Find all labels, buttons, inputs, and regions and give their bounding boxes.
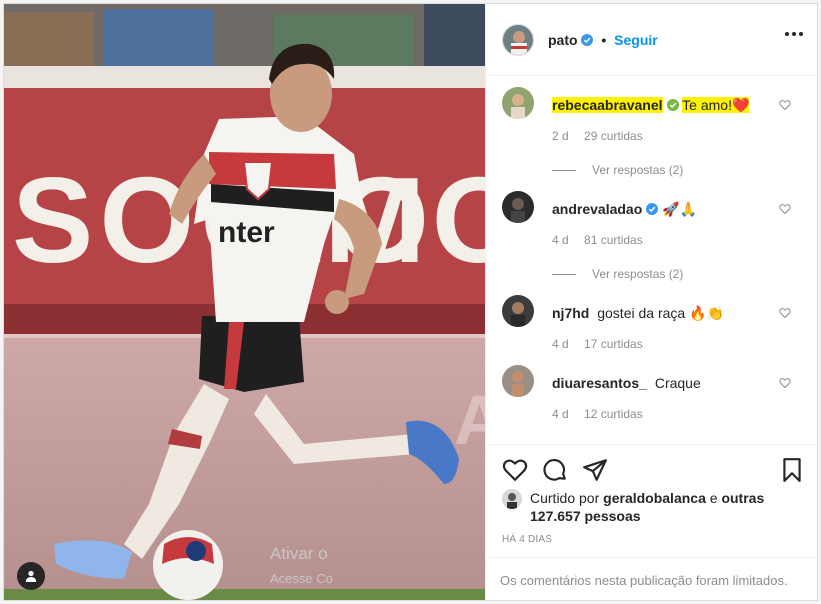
follow-button[interactable]: Seguir — [614, 32, 658, 48]
verified-badge-icon — [666, 99, 679, 111]
commenter-avatar[interactable] — [502, 87, 534, 119]
comment-bubble-icon[interactable] — [542, 457, 568, 483]
post-actions-bar — [486, 444, 817, 494]
post-photo: SOCIO MOT A — [4, 4, 485, 600]
verified-badge-icon — [646, 203, 659, 215]
comment-meta: 4 d 12 curtidas — [552, 407, 643, 421]
author-username[interactable]: pato — [548, 32, 578, 48]
comment-like-icon[interactable] — [779, 99, 791, 111]
commenter-avatar[interactable] — [502, 295, 534, 327]
comment-meta: 2 d 29 curtidas — [552, 129, 643, 143]
more-options-icon[interactable] — [785, 32, 803, 36]
comment-like-count[interactable]: 81 curtidas — [584, 233, 643, 247]
verified-badge-icon — [581, 33, 594, 46]
liked-by-conjunction: e — [709, 490, 718, 506]
comment-like-count[interactable]: 29 curtidas — [584, 129, 643, 143]
view-replies-link[interactable]: Ver respostas (2) — [552, 163, 683, 177]
save-bookmark-icon[interactable] — [779, 457, 805, 483]
comment-like-icon[interactable] — [779, 203, 791, 215]
comment-age[interactable]: 4 d — [552, 233, 569, 247]
replies-line — [552, 273, 576, 275]
comment-age[interactable]: 4 d — [552, 407, 569, 421]
comment-text: Te amo! — [682, 97, 732, 113]
separator-dot: • — [601, 31, 607, 48]
comments-list: rebecaabravanel Te amo!❤️ 2 d 29 curtida… — [486, 77, 817, 444]
svg-text:nter: nter — [218, 216, 275, 249]
liker-avatar[interactable] — [502, 489, 522, 509]
liked-by: Curtido por geraldobalanca e outras 127.… — [502, 489, 803, 525]
comment-emoji: ❤️ — [731, 97, 750, 113]
comment-text: gostei da raça — [597, 305, 686, 321]
comments-disabled-notice: Os comentários nesta publicação foram li… — [486, 557, 817, 600]
author-avatar[interactable] — [502, 23, 534, 56]
comment-like-count[interactable]: 12 curtidas — [584, 407, 643, 421]
commenter-avatar[interactable] — [502, 191, 534, 223]
post-timestamp[interactable]: HÁ 4 DIAS — [502, 534, 552, 545]
liked-by-prefix: Curtido por — [530, 490, 600, 506]
user-icon — [25, 570, 37, 582]
windows-activation-watermark-sub: Acesse Co — [270, 571, 333, 586]
view-replies-link[interactable]: Ver respostas (2) — [552, 267, 683, 281]
commenter-username[interactable]: andrevaladao — [552, 201, 642, 217]
comment-emoji: 🔥👏 — [689, 305, 724, 321]
post-side-panel: pato • Seguir rebecaabravanel Te amo!❤️ — [485, 4, 817, 600]
comment-meta: 4 d 17 curtidas — [552, 337, 643, 351]
comment-like-icon[interactable] — [779, 377, 791, 389]
share-direct-icon[interactable] — [582, 457, 608, 483]
commenter-avatar[interactable] — [502, 365, 534, 397]
comment-text: Craque — [654, 375, 701, 391]
comment-like-count[interactable]: 17 curtidas — [584, 337, 643, 351]
windows-activation-watermark: Ativar o — [270, 544, 328, 563]
comment-age[interactable]: 2 d — [552, 129, 569, 143]
comment-emoji: 🚀🙏 — [662, 201, 698, 217]
tagged-users-button[interactable] — [17, 562, 45, 590]
commenter-username[interactable]: rebecaabravanel — [552, 97, 663, 113]
comment-age[interactable]: 4 d — [552, 337, 569, 351]
post-modal: SOCIO MOT A — [3, 3, 818, 601]
like-heart-icon[interactable] — [502, 457, 528, 483]
commenter-username[interactable]: nj7hd — [552, 305, 589, 321]
liker-username[interactable]: geraldobalanca — [603, 490, 706, 506]
commenter-username[interactable]: diuaresantos_ — [552, 375, 647, 391]
comment-meta: 4 d 81 curtidas — [552, 233, 643, 247]
replies-line — [552, 169, 576, 171]
post-header: pato • Seguir — [486, 4, 817, 76]
comment-like-icon[interactable] — [779, 307, 791, 319]
svg-text:A: A — [454, 381, 485, 459]
